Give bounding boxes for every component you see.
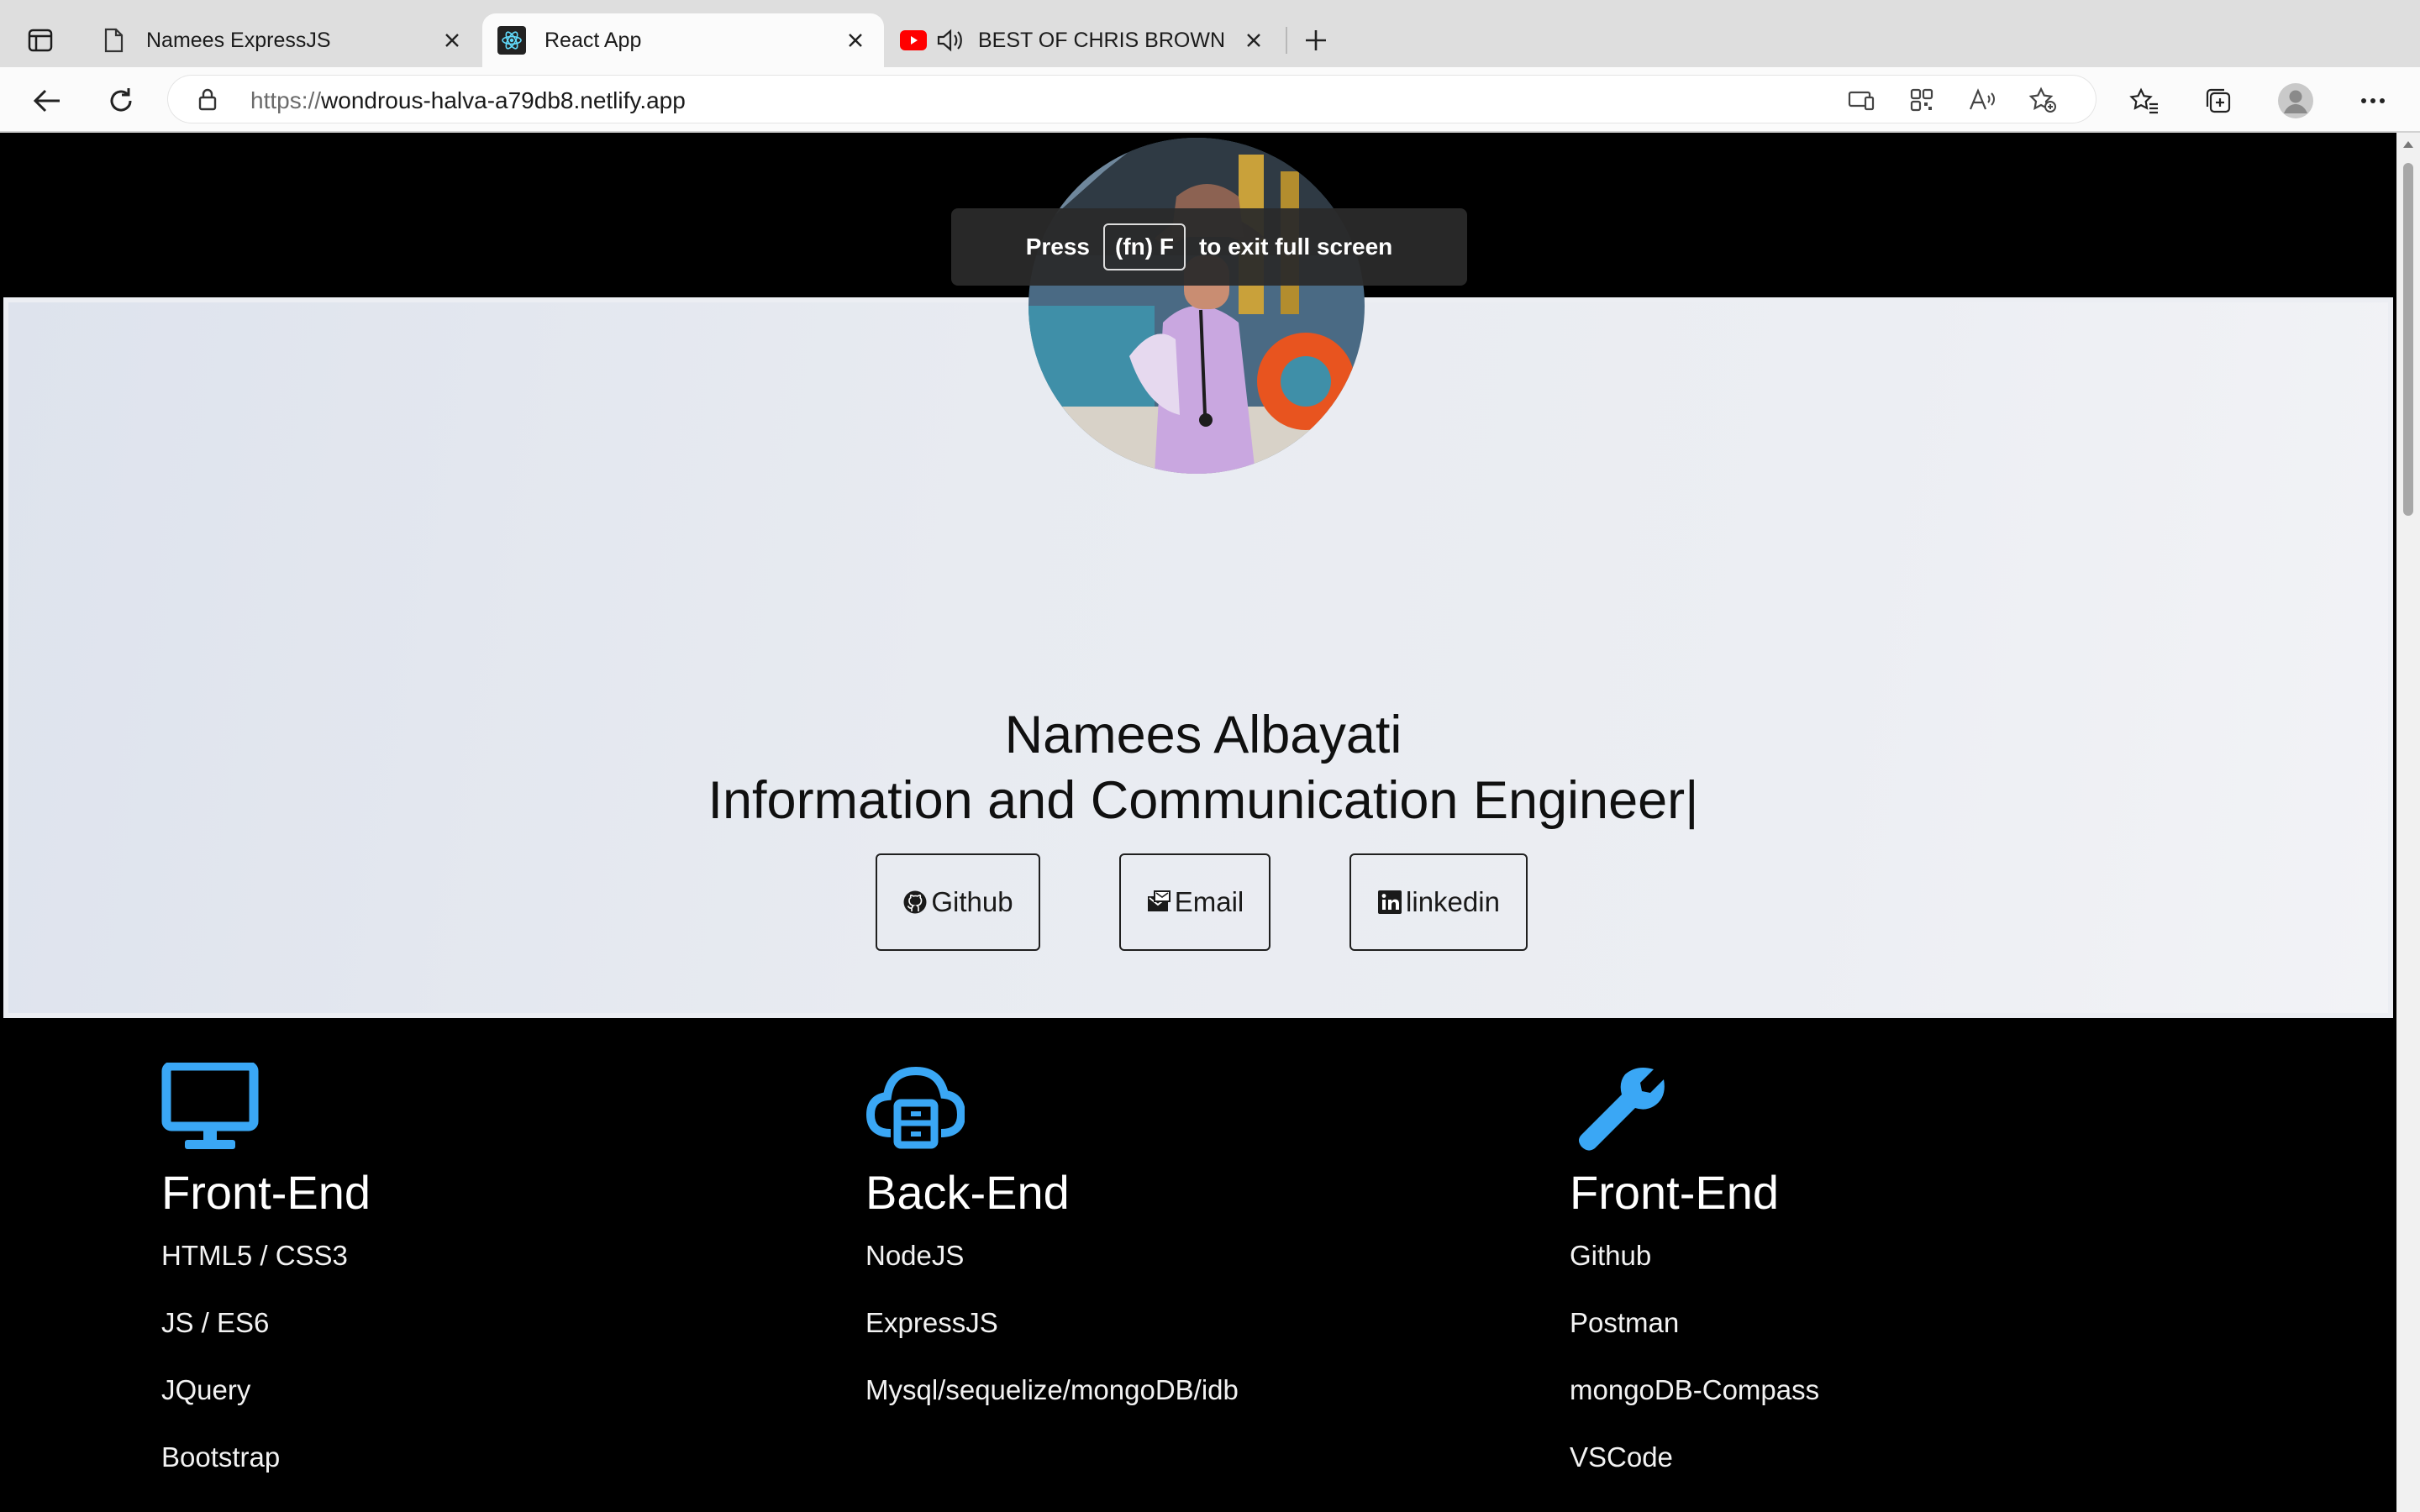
more-menu-icon[interactable] bbox=[2353, 81, 2393, 121]
tab-react-app[interactable]: React App bbox=[482, 13, 884, 67]
skill-item: ReactJS bbox=[161, 1491, 371, 1512]
tab-title: Namees ExpressJS bbox=[146, 28, 331, 52]
skill-item: HTML5 / CSS3 bbox=[161, 1240, 348, 1271]
fullscreen-hint-press: Press bbox=[1025, 234, 1091, 260]
react-favicon-icon bbox=[497, 26, 526, 55]
reload-icon[interactable] bbox=[101, 81, 141, 121]
add-favorite-icon[interactable] bbox=[2028, 86, 2057, 114]
read-aloud-icon[interactable] bbox=[1968, 86, 1996, 114]
profile-avatar[interactable] bbox=[2275, 81, 2316, 121]
youtube-icon bbox=[899, 26, 928, 55]
page-scrollbar[interactable] bbox=[2396, 133, 2420, 1512]
speaker-icon[interactable] bbox=[936, 26, 965, 55]
email-button-label: Email bbox=[1174, 886, 1244, 917]
skill-item: JS / ES6 bbox=[161, 1307, 270, 1338]
skill-item: NodeJS bbox=[865, 1240, 965, 1271]
url-host: wondrous-halva-a79db8.netlify.app bbox=[321, 87, 686, 113]
favorites-icon[interactable] bbox=[2124, 81, 2165, 121]
skill-item: JQuery bbox=[161, 1374, 251, 1405]
qr-code-icon[interactable] bbox=[1907, 86, 1936, 114]
skill-item: VSCode bbox=[1570, 1441, 1673, 1473]
skills-backend-title: Back-End bbox=[865, 1166, 1070, 1219]
skill-item: Bootstrap bbox=[161, 1441, 281, 1473]
close-tab-icon[interactable] bbox=[1239, 25, 1269, 55]
email-icon bbox=[1146, 890, 1171, 915]
monitor-icon bbox=[161, 1061, 260, 1162]
skills-tools-column: Front-End Github Postman mongoDB-Compass… bbox=[1570, 1063, 1819, 1491]
tab-title: React App bbox=[544, 28, 642, 52]
address-bar[interactable]: https://wondrous-halva-a79db8.netlify.ap… bbox=[168, 76, 2096, 123]
hero-name: Namees Albayati bbox=[1004, 706, 1402, 764]
skill-item: Github bbox=[1570, 1240, 1652, 1271]
linkedin-icon bbox=[1377, 890, 1402, 915]
skill-item: ExpressJS bbox=[865, 1307, 998, 1338]
lock-icon[interactable] bbox=[195, 87, 220, 112]
browser-toolbar: https://wondrous-halva-a79db8.netlify.ap… bbox=[0, 67, 2420, 133]
fullscreen-hint-key: (fn) F bbox=[1103, 223, 1186, 270]
collections-icon[interactable] bbox=[2198, 81, 2238, 121]
hero-role: Information and Communication Engineer| bbox=[708, 771, 1699, 830]
skill-item: Postman bbox=[1570, 1307, 1680, 1338]
cloud-server-icon bbox=[865, 1063, 966, 1162]
close-tab-icon[interactable] bbox=[840, 25, 871, 55]
skill-item: Mysql/sequelize/mongoDB/idb bbox=[865, 1374, 1239, 1405]
close-tab-icon[interactable] bbox=[437, 25, 467, 55]
github-button-label: Github bbox=[931, 886, 1013, 917]
back-icon[interactable] bbox=[27, 81, 67, 121]
linkedin-button-label: linkedin bbox=[1406, 886, 1500, 917]
tab-bar: Namees ExpressJS React App BEST OF CHRIS… bbox=[0, 0, 2420, 67]
profile-photo bbox=[1028, 138, 1365, 474]
document-icon bbox=[99, 26, 128, 55]
tab-namees-expressjs[interactable]: Namees ExpressJS bbox=[87, 13, 481, 67]
skills-frontend-title: Front-End bbox=[161, 1166, 371, 1219]
scroll-up-arrow[interactable] bbox=[2403, 141, 2413, 148]
github-button[interactable]: Github bbox=[876, 853, 1040, 951]
tab-title: BEST OF CHRIS BROWN - bbox=[978, 28, 1230, 52]
skills-frontend-column: Front-End HTML5 / CSS3 JS / ES6 JQuery B… bbox=[161, 1061, 371, 1512]
email-button[interactable]: Email bbox=[1119, 853, 1270, 951]
linkedin-button[interactable]: linkedin bbox=[1349, 853, 1528, 951]
tab-chris-brown[interactable]: BEST OF CHRIS BROWN - bbox=[886, 13, 1282, 67]
fullscreen-hint: Press (fn) F to exit full screen bbox=[951, 208, 1467, 286]
url-scheme: https:// bbox=[250, 87, 322, 113]
scrollbar-thumb[interactable] bbox=[2403, 163, 2413, 516]
tab-separator bbox=[1286, 27, 1287, 54]
skills-tools-title: Front-End bbox=[1570, 1166, 1779, 1219]
fullscreen-hint-text: to exit full screen bbox=[1198, 234, 1393, 260]
github-icon bbox=[902, 890, 928, 915]
wrench-icon bbox=[1570, 1063, 1669, 1162]
tab-actions-icon[interactable] bbox=[20, 22, 60, 59]
url-text[interactable]: https://wondrous-halva-a79db8.netlify.ap… bbox=[250, 87, 686, 114]
app-available-icon[interactable] bbox=[1847, 86, 1876, 114]
page-content: Namees Albayati Information and Communic… bbox=[0, 133, 2396, 1512]
new-tab-icon[interactable] bbox=[1297, 22, 1334, 59]
skill-item: mongoDB-Compass bbox=[1570, 1374, 1820, 1405]
skills-backend-column: Back-End NodeJS ExpressJS Mysql/sequeliz… bbox=[865, 1063, 1239, 1424]
